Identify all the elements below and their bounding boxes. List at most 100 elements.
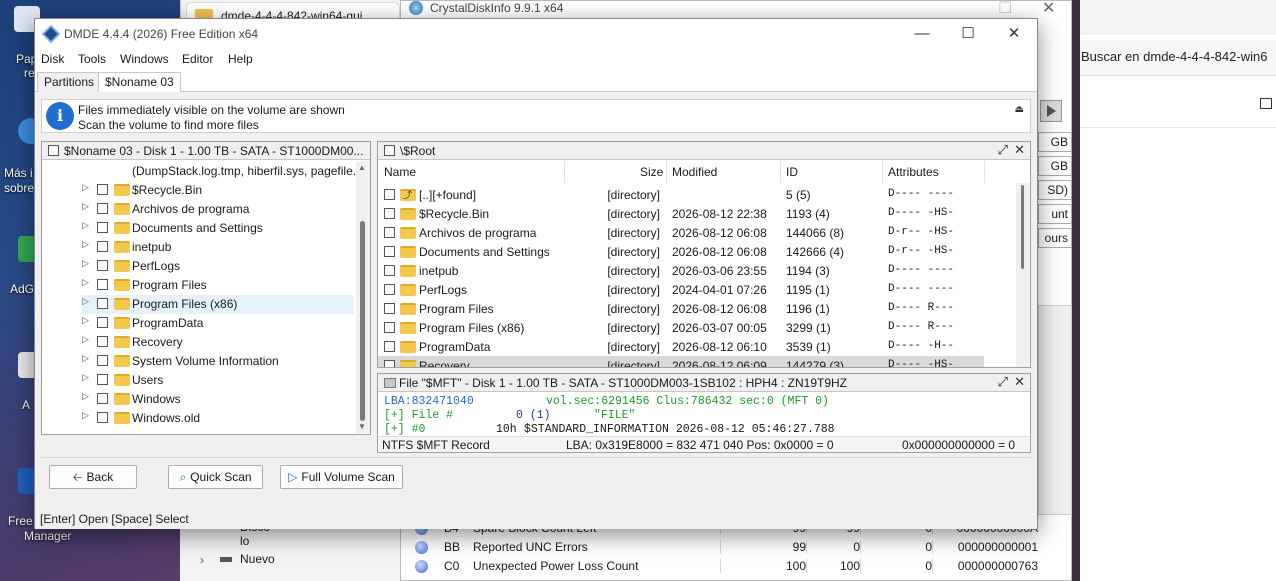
checkbox[interactable] xyxy=(384,341,395,352)
list-vertical-scrollbar[interactable] xyxy=(1016,183,1030,367)
collapse-up-icon[interactable]: ⏏ xyxy=(1015,104,1024,115)
column-divider[interactable] xyxy=(564,161,565,183)
checkbox[interactable] xyxy=(97,317,108,328)
tree-item-windows[interactable]: ▷ Windows xyxy=(82,390,362,409)
list-item[interactable]: Documents and Settings [directory] 2026-… xyxy=(378,242,1018,261)
tree-item-programdata[interactable]: ▷ ProgramData xyxy=(82,314,362,333)
checkbox[interactable] xyxy=(97,184,108,195)
checkbox[interactable] xyxy=(97,355,108,366)
table-row[interactable]: C0 Unexpected Power Loss Count 100 100 0… xyxy=(408,557,1042,576)
checkbox[interactable] xyxy=(97,412,108,423)
menu-disk[interactable]: Disk xyxy=(41,52,64,66)
expand-arrow-icon[interactable]: ▷ xyxy=(82,334,89,345)
scroll-thumb[interactable] xyxy=(1021,185,1024,269)
tree-item-inetpub[interactable]: ▷ inetpub xyxy=(82,238,362,257)
tab-partitions[interactable]: Partitions xyxy=(37,72,102,92)
checkbox[interactable] xyxy=(97,222,108,233)
column-name[interactable]: Name xyxy=(384,165,416,179)
maximize-button[interactable]: ☐ xyxy=(945,23,991,47)
checkbox[interactable] xyxy=(97,241,108,252)
menu-editor[interactable]: Editor xyxy=(182,52,213,66)
list-item[interactable]: Program Files (x86) [directory] 2026-03-… xyxy=(378,318,1018,337)
checkbox[interactable] xyxy=(384,360,395,367)
checkbox[interactable] xyxy=(97,279,108,290)
full-volume-scan-button[interactable]: ▷ Full Volume Scan xyxy=(280,465,403,489)
tree-vertical-scrollbar[interactable]: ▲ ▼ xyxy=(356,161,370,433)
list-item[interactable]: Program Files [directory] 2026-08-12 06:… xyxy=(378,299,1018,318)
list-item[interactable]: Recovery [directory] 2026-08-12 06:09 14… xyxy=(378,356,984,367)
checkbox[interactable] xyxy=(384,284,395,295)
tree-item[interactable]: (DumpStack.log.tmp, hiberfil.sys, pagefi… xyxy=(82,162,362,181)
scroll-up-icon[interactable]: ▲ xyxy=(358,163,366,172)
close-icon[interactable]: ✕ xyxy=(1042,0,1055,18)
menu-help[interactable]: Help xyxy=(228,52,253,66)
list-item[interactable]: ProgramData [directory] 2026-08-12 06:10… xyxy=(378,337,1018,356)
tree-item-recovery[interactable]: ▷ Recovery xyxy=(82,333,362,352)
tree-item-system-volume[interactable]: ▷ System Volume Information xyxy=(82,352,362,371)
column-divider[interactable] xyxy=(780,161,781,183)
mft-line-2[interactable]: [+] File # 0 (1) "FILE" xyxy=(384,409,635,422)
search-input[interactable]: Buscar en dmde-4-4-4-842-win6 xyxy=(1080,40,1276,76)
column-modified[interactable]: Modified xyxy=(672,165,717,179)
list-item[interactable]: Archivos de programa [directory] 2026-08… xyxy=(378,223,1018,242)
maximize-panel-icon[interactable]: ⤢ xyxy=(998,374,1008,390)
list-item-parent[interactable]: [..][+found] [directory] 5 (5) D---- ---… xyxy=(378,185,1018,204)
list-item[interactable]: inetpub [directory] 2026-03-06 23:55 119… xyxy=(378,261,1018,280)
expand-arrow-icon[interactable]: ▷ xyxy=(82,220,89,231)
checkbox[interactable] xyxy=(384,227,395,238)
quick-scan-button[interactable]: ⌕ Quick Scan xyxy=(168,465,263,489)
tree-item-program-files[interactable]: ▷ Program Files xyxy=(82,276,362,295)
expand-arrow-icon[interactable]: ▷ xyxy=(82,410,89,421)
scroll-down-icon[interactable]: ▼ xyxy=(358,422,366,431)
column-divider[interactable] xyxy=(984,161,985,183)
expand-arrow-icon[interactable]: ▷ xyxy=(82,315,89,326)
checkbox[interactable] xyxy=(97,203,108,214)
expand-arrow-icon[interactable]: ▷ xyxy=(82,372,89,383)
menu-tools[interactable]: Tools xyxy=(78,52,106,66)
list-item[interactable]: $Recycle.Bin [directory] 2026-08-12 22:3… xyxy=(378,204,1018,223)
tree-item-windows-old[interactable]: ▷ Windows.old xyxy=(82,409,362,428)
checkbox[interactable] xyxy=(384,189,395,200)
chevron-right-icon[interactable]: › xyxy=(200,553,204,567)
close-panel-icon[interactable]: ✕ xyxy=(1014,374,1025,390)
close-button[interactable]: ✕ xyxy=(991,23,1037,47)
tree-item-recycle-bin[interactable]: ▷ $Recycle.Bin xyxy=(82,181,362,200)
expand-arrow-icon[interactable]: ▷ xyxy=(82,239,89,250)
tree-item-perflogs[interactable]: ▷ PerfLogs xyxy=(82,257,362,276)
checkbox[interactable] xyxy=(384,208,395,219)
tree-label[interactable]: Nuevo xyxy=(240,552,275,566)
tree-item-users[interactable]: ▷ Users xyxy=(82,371,362,390)
column-id[interactable]: ID xyxy=(786,165,798,179)
close-panel-icon[interactable]: ✕ xyxy=(1014,142,1025,158)
checkbox[interactable] xyxy=(384,246,395,257)
menu-windows[interactable]: Windows xyxy=(120,52,169,66)
column-divider[interactable] xyxy=(882,161,883,183)
checkbox[interactable] xyxy=(97,298,108,309)
scroll-thumb[interactable] xyxy=(360,221,365,421)
tab-noname-03[interactable]: $Noname 03 xyxy=(98,72,181,92)
checkbox[interactable] xyxy=(384,265,395,276)
view-icon[interactable] xyxy=(1260,98,1272,109)
checkbox[interactable] xyxy=(97,336,108,347)
expand-arrow-icon[interactable]: ▷ xyxy=(82,182,89,193)
next-disk-button[interactable] xyxy=(1040,100,1062,122)
select-all-checkbox[interactable] xyxy=(48,145,59,156)
expand-arrow-icon[interactable]: ▷ xyxy=(82,201,89,212)
column-size[interactable]: Size xyxy=(640,165,663,179)
maximize-panel-icon[interactable]: ⤢ xyxy=(998,142,1008,158)
table-row[interactable]: BB Reported UNC Errors 99 0 0 0000000000… xyxy=(408,538,1042,557)
tree-item-documents[interactable]: ▷ Documents and Settings xyxy=(82,219,362,238)
expand-arrow-icon[interactable]: ▷ xyxy=(82,353,89,364)
back-button[interactable]: 🡠 Back xyxy=(49,465,137,489)
tree-item-program-files-x86[interactable]: ▷ Program Files (x86) xyxy=(82,295,354,314)
maximize-icon[interactable]: ☐ xyxy=(998,0,1012,18)
checkbox[interactable] xyxy=(97,374,108,385)
checkbox[interactable] xyxy=(384,303,395,314)
select-all-checkbox[interactable] xyxy=(384,145,395,156)
minimize-button[interactable]: — xyxy=(899,23,945,47)
expand-arrow-icon[interactable]: ▷ xyxy=(82,296,89,307)
checkbox[interactable] xyxy=(97,393,108,404)
expand-arrow-icon[interactable]: ▷ xyxy=(82,277,89,288)
column-divider[interactable] xyxy=(666,161,667,183)
list-item[interactable]: PerfLogs [directory] 2024-04-01 07:26 11… xyxy=(378,280,1018,299)
